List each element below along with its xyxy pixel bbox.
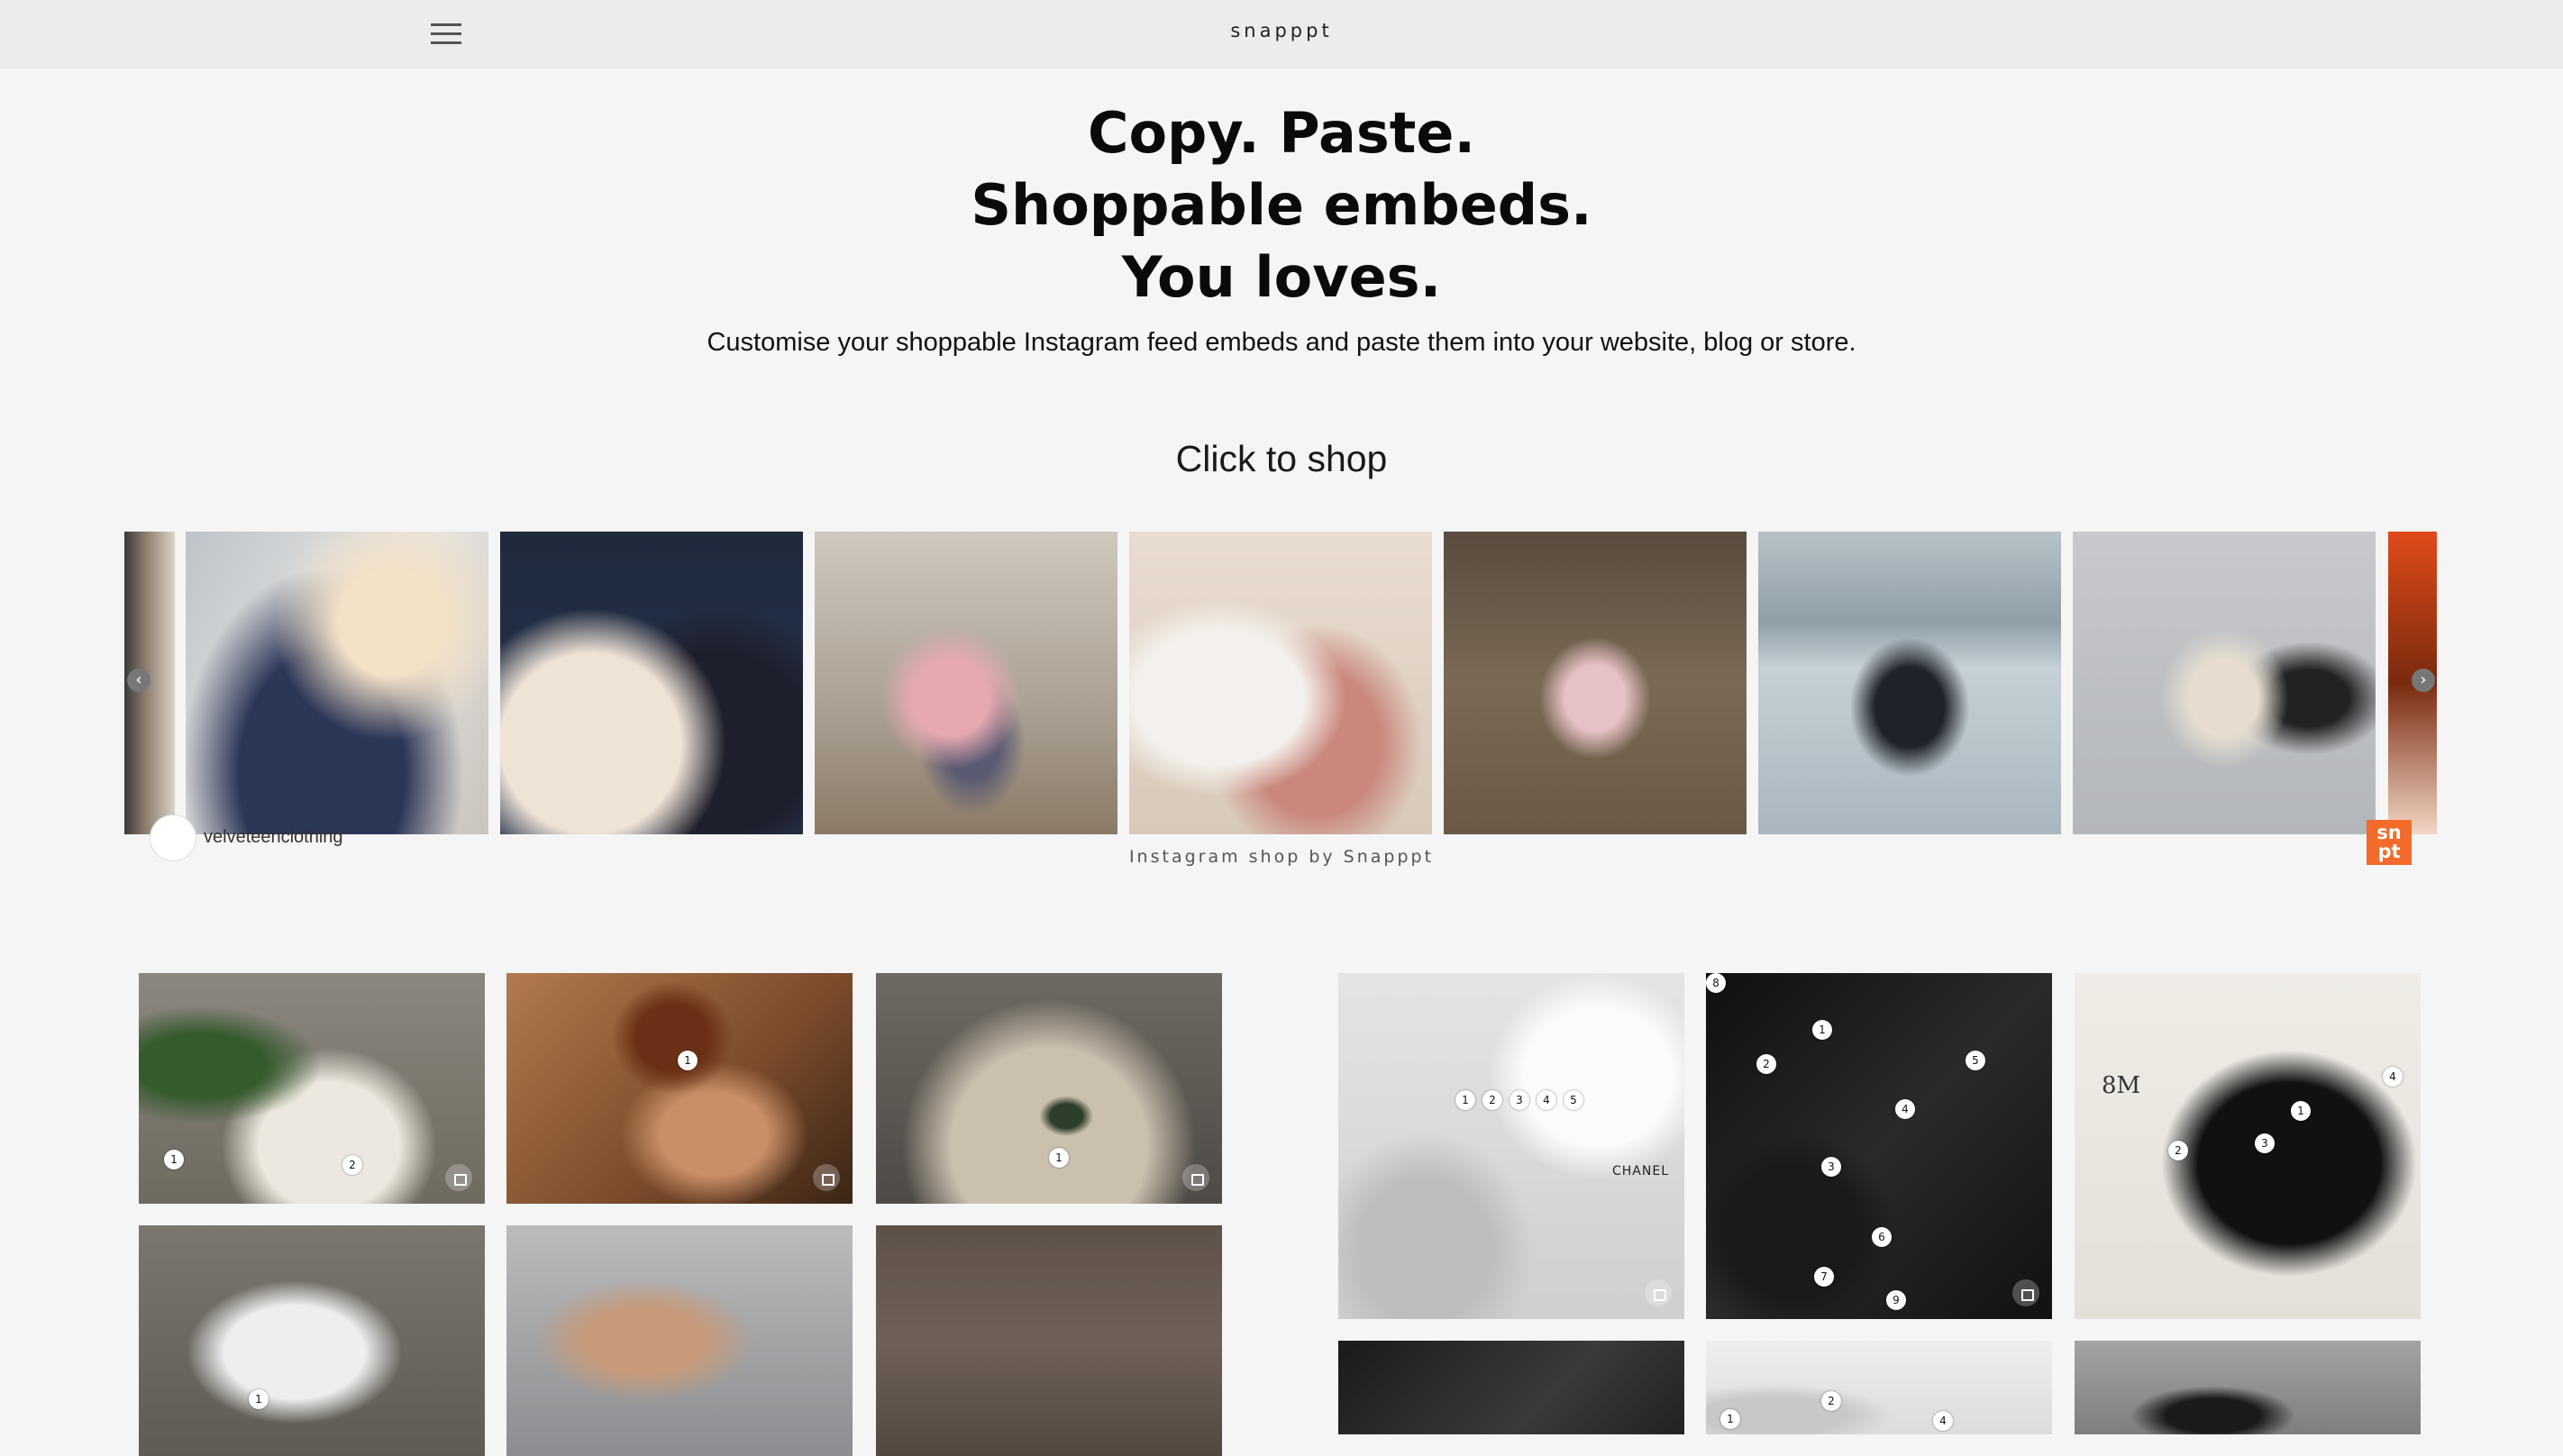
badge-text-bottom: pt [2377,841,2401,862]
click-to-shop-heading: Click to shop [1175,438,1388,479]
product-pin[interactable]: 1 [1455,1090,1475,1110]
carousel-slide[interactable] [815,532,1117,834]
product-pin[interactable]: 7 [1814,1267,1834,1287]
shopping-bag-icon[interactable] [1645,1279,1672,1306]
product-pin[interactable]: 1 [164,1150,184,1169]
product-pin[interactable]: 8 [1706,973,1726,993]
instagram-carousel[interactable] [124,532,2437,836]
shoppable-tile[interactable]: 1 2 [139,973,485,1204]
site-logo[interactable]: snapppt [0,20,2563,41]
shoppable-tile[interactable] [2075,1341,2421,1434]
instagram-handle[interactable]: velveteenclothing [204,827,343,848]
product-pin[interactable]: 3 [2255,1133,2275,1153]
badge-text-top: sn [2376,822,2402,843]
carousel-next-icon[interactable]: › [2412,669,2435,692]
product-pin[interactable]: 1 [678,1051,698,1070]
product-pin[interactable]: 1 [1812,1020,1832,1040]
hero-subtitle: Customise your shoppable Instagram feed … [707,328,1856,357]
carousel-slide[interactable] [2073,532,2376,834]
hero-heading: Copy. Paste. Shoppable embeds. You loves… [0,97,2563,314]
hero-line-1: Copy. Paste. [1087,100,1476,166]
product-pin[interactable]: 5 [1564,1090,1583,1110]
product-pin[interactable]: 1 [1720,1409,1740,1429]
shoppable-tile[interactable] [1338,1341,1684,1434]
carousel-prev-icon[interactable]: ‹ [127,669,150,692]
product-pin[interactable]: 6 [1872,1227,1892,1247]
shoppable-tile[interactable]: 8M 1 2 3 4 [2075,973,2421,1319]
hero-line-2: Shoppable embeds. [971,172,1592,238]
brand-label: CHANEL [1612,1164,1669,1178]
product-pin[interactable]: 2 [1756,1054,1776,1074]
hero-line-3: You loves. [1121,244,1442,310]
product-pin[interactable]: 2 [2168,1141,2188,1160]
carousel-slide[interactable] [1129,532,1432,834]
product-pin[interactable]: 9 [1886,1290,1906,1310]
instagram-shop-credit[interactable]: Instagram shop by Snapppt [0,847,2563,867]
product-pin[interactable]: 4 [1895,1099,1915,1119]
product-pin[interactable]: 2 [342,1155,362,1175]
shoppable-tile[interactable]: CHANEL 1 2 3 4 5 [1338,973,1684,1319]
shoppable-tile[interactable]: 1 [876,973,1222,1204]
shopping-bag-icon[interactable] [813,1164,840,1191]
product-pin[interactable]: 2 [1821,1391,1841,1411]
shopping-bag-icon[interactable] [2012,1279,2039,1306]
brand-label: 8M [2102,1072,2141,1099]
shoppable-tile[interactable]: 1 [506,973,853,1204]
product-pin[interactable]: 4 [1537,1090,1556,1110]
product-pin[interactable]: 2 [1482,1090,1502,1110]
shoppable-tile[interactable]: 1 2 4 [1706,1341,2052,1434]
shoppable-tile[interactable] [506,1225,853,1456]
product-pin[interactable]: 4 [2383,1067,2403,1087]
shoppable-tile[interactable] [876,1225,1222,1456]
product-pin[interactable]: 3 [1821,1157,1841,1177]
shopping-bag-icon[interactable] [1182,1164,1209,1191]
shoppable-tile[interactable]: 1 2 3 4 5 6 7 8 9 [1706,973,2052,1319]
carousel-slide[interactable] [1758,532,2061,834]
product-pin[interactable]: 1 [249,1389,269,1409]
product-pin[interactable]: 4 [1933,1411,1953,1431]
carousel-slide[interactable] [1444,532,1747,834]
carousel-slide[interactable] [186,532,488,834]
shoppable-tile[interactable]: 1 [139,1225,485,1456]
product-pin[interactable]: 5 [1966,1051,1985,1070]
product-pin[interactable]: 3 [1510,1090,1529,1110]
product-pin[interactable]: 1 [1049,1148,1069,1168]
carousel-slide[interactable] [500,532,803,834]
shopping-bag-icon[interactable] [445,1164,472,1191]
product-pin[interactable]: 1 [2291,1101,2311,1121]
snapppt-badge[interactable]: sn pt [2367,820,2412,865]
top-bar: snapppt [0,0,2563,68]
